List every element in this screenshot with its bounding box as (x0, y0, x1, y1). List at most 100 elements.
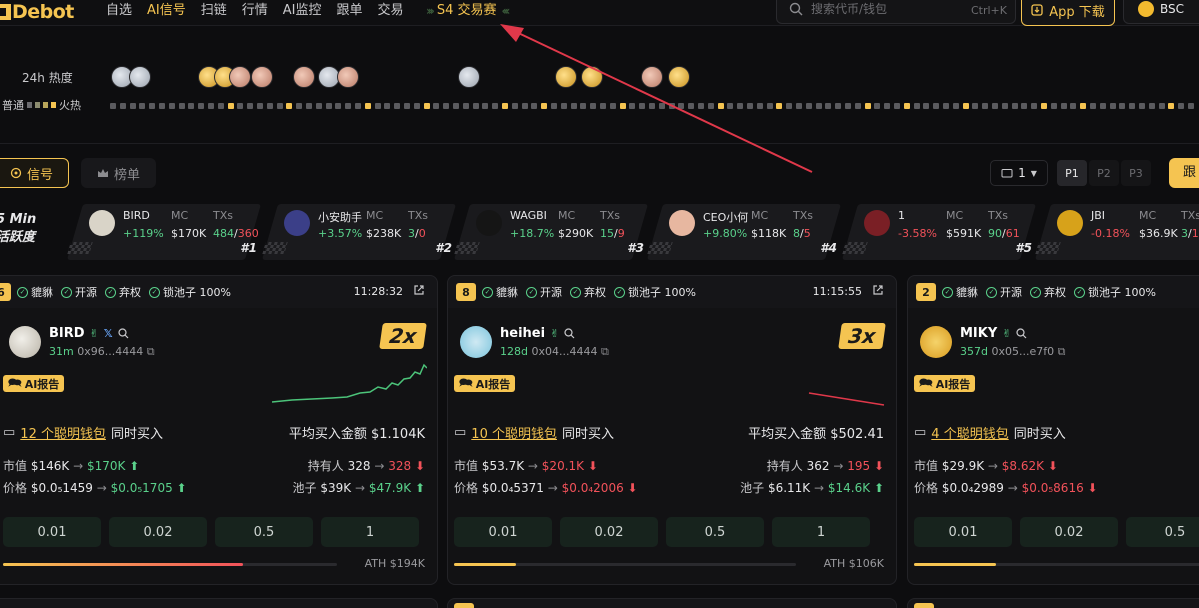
tab-ranking-label: 榜单 (113, 167, 140, 183)
token-avatar[interactable] (460, 326, 492, 358)
page-3[interactable]: P3 (1121, 160, 1151, 186)
quick-buy-button[interactable]: 1 (772, 517, 870, 547)
audit-check: ✓ 弃权 (105, 284, 141, 300)
heat-timeline-cell (1119, 103, 1126, 109)
quick-buy-button[interactable]: 0.5 (666, 517, 764, 547)
chain-selector[interactable]: BSC (1123, 0, 1199, 24)
audit-check: ✓ 弃权 (1030, 284, 1066, 300)
arrow-right-icon: → (814, 481, 825, 495)
token-title[interactable]: MIKY ✌ (960, 326, 1027, 341)
external-link-icon[interactable] (413, 284, 425, 296)
heat-token-avatar[interactable] (251, 66, 273, 88)
page-1[interactable]: P1 (1057, 160, 1087, 186)
nav-item-trade[interactable]: 交易 (378, 3, 404, 19)
token-avatar[interactable] (920, 326, 952, 358)
search-icon[interactable] (564, 328, 575, 339)
smart-wallets-link[interactable]: 10 个聪明钱包 (471, 423, 557, 442)
heat-token-avatar[interactable] (337, 66, 359, 88)
nav-item-copy-trade[interactable]: 跟单 (337, 3, 363, 19)
folder-icon (1001, 169, 1013, 178)
heat-timeline-cell (717, 103, 724, 109)
nav-item-watchlist[interactable]: 自选 (106, 3, 132, 19)
legend-swatch (43, 102, 48, 108)
quick-buy-button[interactable]: 1 (321, 517, 419, 547)
activity-card[interactable]: JBI-0.18%MC$36.9KTXs3/1#6 (1035, 204, 1199, 260)
check-icon: ✓ (614, 286, 625, 298)
avg-buy-value: $502.41 (830, 427, 884, 442)
hand-icon: ✌ (550, 327, 560, 340)
nav-item-scan[interactable]: 扫链 (201, 3, 227, 19)
event-label: S4 交易赛 (436, 3, 497, 18)
token-title[interactable]: heihei ✌ (500, 326, 575, 341)
signal-card[interactable]: 2 ✓ 貔貅 ✓ 开源 ✓ 弃权 ✓ 锁池子 100% MIKY ✌ 357d 0x05...e7f0… (907, 275, 1199, 585)
arrow-right-icon: → (374, 459, 385, 473)
token-age: 128d (500, 345, 528, 358)
txs-sells: 5 (803, 227, 811, 240)
signal-card[interactable]: 8 ✓ 貔貅 ✓ 开源 ✓ 弃权 ✓ 锁池子 100% 11:15:55 heihei ✌ 128d 0… (447, 275, 897, 585)
heat-timeline-cell (1139, 103, 1145, 109)
txs-count: 90/61 (988, 227, 1020, 240)
quick-buy-button[interactable]: 0.01 (914, 517, 1012, 547)
activity-card[interactable]: CEO小何 +9.80% MC $118K TXs 8/5 #4 (647, 204, 849, 260)
arrow-up-icon: ⬆ (125, 459, 140, 473)
quick-buy-button[interactable]: 0.01 (454, 517, 552, 547)
copy-icon[interactable]: ⧉ (147, 345, 155, 358)
activity-card[interactable]: 小安助手 +3.57% MC $238K TXs 3/0 #2 (262, 204, 464, 260)
heat-token-avatar[interactable] (129, 66, 151, 88)
heat-timeline-cell (257, 103, 263, 109)
heat-timeline-cell (159, 103, 165, 109)
heat-token-avatar[interactable] (641, 66, 663, 88)
ai-report-button[interactable]: 🗪 AI报告 (3, 375, 65, 392)
quick-buy-button[interactable]: 0.02 (109, 517, 207, 547)
copy-icon[interactable]: ⧉ (1058, 345, 1066, 358)
token-avatar[interactable] (9, 326, 41, 358)
tab-ranking[interactable]: 榜单 (81, 158, 156, 188)
page-2[interactable]: P2 (1089, 160, 1119, 186)
ai-report-button[interactable]: 🗪 AI报告 (914, 375, 976, 392)
x-icon[interactable]: 𝕏 (104, 327, 113, 340)
nav-item-ai-signal[interactable]: AI信号 (147, 3, 186, 19)
search-input[interactable] (811, 2, 961, 16)
heat-timeline-cell (560, 103, 567, 109)
ai-report-button[interactable]: 🗪 AI报告 (454, 375, 516, 392)
heat-token-avatar[interactable] (581, 66, 603, 88)
heat-token-avatar[interactable] (458, 66, 480, 88)
heat-token-avatar[interactable] (555, 66, 577, 88)
heat-timeline-cell (825, 103, 832, 109)
heat-timeline-cell (335, 103, 342, 109)
tab-signal[interactable]: 信号 (0, 158, 69, 188)
app-download-button[interactable]: App 下载 (1021, 0, 1115, 26)
activity-card[interactable]: 1 -3.58% MC $591K TXs 90/61 #5 (842, 204, 1044, 260)
token-title[interactable]: BIRD ✌ 𝕏 (49, 326, 129, 341)
quick-buy-button[interactable]: 0.5 (215, 517, 313, 547)
heat-timeline-cell (227, 103, 234, 109)
quick-buy-button[interactable]: 0.01 (3, 517, 101, 547)
page-size-select[interactable]: 1 ▼ (990, 160, 1048, 186)
event-link[interactable]: ››› S4 交易赛 ‹‹‹ (426, 3, 510, 19)
heat-token-avatar[interactable] (293, 66, 315, 88)
nav-item-ai-monitor[interactable]: AI监控 (283, 3, 322, 19)
heat-timeline-cell (266, 103, 273, 109)
external-link-icon[interactable] (872, 284, 884, 296)
heat-token-avatar[interactable] (229, 66, 251, 88)
quick-buy-button[interactable]: 0.02 (1020, 517, 1118, 547)
check-icon: ✓ (482, 286, 493, 298)
activity-card[interactable]: BIRD +119% MC $170K TXs 484/360 #1 (67, 204, 269, 260)
search-icon[interactable] (1016, 328, 1027, 339)
quick-buy-button[interactable]: 0.5 (1126, 517, 1199, 547)
heat-timeline-cell (688, 103, 695, 109)
smart-wallets-link[interactable]: 12 个聪明钱包 (20, 423, 106, 442)
smart-wallets-link[interactable]: 4 个聪明钱包 (931, 423, 1008, 442)
heat-token-avatar[interactable] (668, 66, 690, 88)
nav-item-market[interactable]: 行情 (242, 3, 268, 19)
follow-button[interactable]: 跟 (1169, 158, 1199, 188)
quick-buy-button[interactable]: 0.02 (560, 517, 658, 547)
signal-card[interactable]: 6 ✓ 貔貅 ✓ 开源 ✓ 弃权 ✓ 锁池子 100% 11:28:32 BIRD ✌ 𝕏 31m 0x9… (0, 275, 438, 585)
token-name: 1 (898, 209, 905, 222)
activity-card[interactable]: WAGBI +18.7% MC $290K TXs 15/9 #3 (454, 204, 656, 260)
signal-card-partial (907, 598, 1199, 608)
search-icon[interactable] (118, 328, 129, 339)
copy-icon[interactable]: ⧉ (601, 345, 609, 358)
heat-timeline-cell (1021, 103, 1028, 109)
search-box[interactable]: Ctrl+K (776, 0, 1016, 24)
